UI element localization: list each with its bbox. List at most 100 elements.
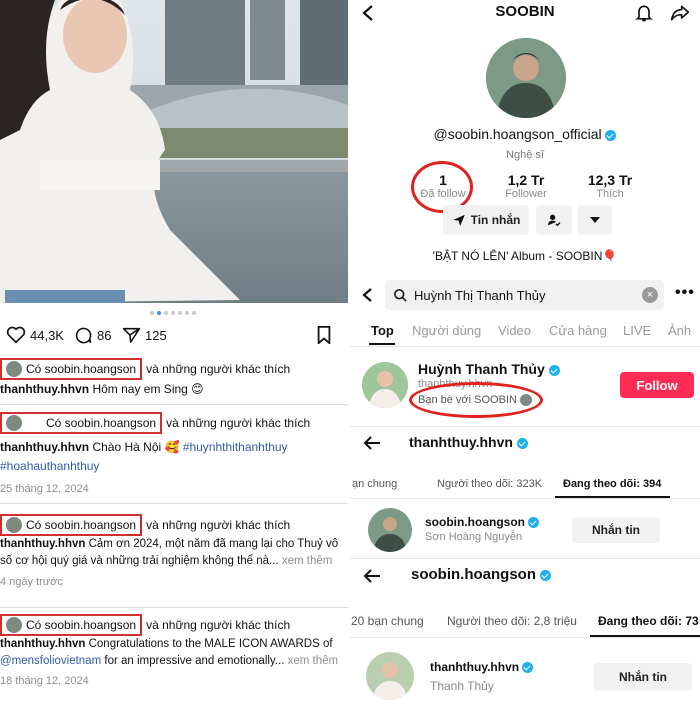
tab-mutual[interactable]: 20 bạn chung bbox=[351, 614, 424, 628]
followers-stat[interactable]: 1,2 Tr Follower bbox=[496, 172, 556, 200]
friend-status-button[interactable] bbox=[536, 205, 572, 235]
post-photo[interactable] bbox=[0, 0, 348, 303]
send-icon bbox=[452, 214, 465, 226]
hashtag[interactable]: #hoahauthanhthuy bbox=[0, 459, 99, 473]
message-button[interactable]: Nhắn tin bbox=[594, 663, 692, 691]
verified-icon bbox=[522, 662, 534, 674]
tab-users[interactable]: Người dùng bbox=[412, 323, 481, 338]
post-date: 4 ngày trước bbox=[0, 576, 63, 588]
comment-count: 86 bbox=[97, 328, 112, 343]
liker[interactable]: Có soobin.hoangson bbox=[26, 360, 136, 379]
more-options-button[interactable] bbox=[578, 205, 612, 235]
like-count: 44,3K bbox=[30, 327, 64, 343]
verified-icon bbox=[540, 569, 552, 581]
tab-video[interactable]: Video bbox=[498, 323, 531, 338]
user-check-icon bbox=[548, 214, 561, 227]
search-input[interactable]: Huỳnh Thị Thanh Thủy × bbox=[385, 280, 664, 310]
message-label: Tin nhắn bbox=[470, 213, 521, 227]
follow-button[interactable]: Follow bbox=[620, 372, 694, 398]
verified-icon bbox=[548, 364, 560, 376]
tab-following[interactable]: Đang theo dõi: 394 bbox=[563, 478, 661, 490]
liked-by-highlight: Có soobin.hoangson bbox=[0, 614, 143, 636]
avatar bbox=[6, 415, 22, 431]
clear-icon[interactable]: × bbox=[642, 287, 658, 303]
liked-by-highlight: Có soobin.hoangson bbox=[0, 412, 163, 434]
list-header: thanhthuy.hhvn bbox=[409, 434, 513, 450]
profile-role: Nghệ sĩ bbox=[506, 149, 544, 161]
divider bbox=[350, 637, 700, 638]
divider bbox=[350, 346, 700, 347]
search-icon bbox=[394, 288, 407, 302]
like-suffix: và những người khác thích bbox=[166, 415, 311, 430]
tab-top[interactable]: Top bbox=[371, 323, 394, 338]
verified-icon bbox=[528, 517, 540, 529]
author[interactable]: thanhthuy.hhvn bbox=[0, 440, 89, 454]
send-icon bbox=[122, 327, 141, 343]
author[interactable]: thanhthuy.hhvn bbox=[0, 382, 89, 396]
tab-mutual[interactable]: ạn chung bbox=[352, 478, 397, 490]
comment-icon bbox=[75, 327, 92, 344]
caption: Hôm nay em Sing 😊 bbox=[92, 382, 204, 396]
user-name-line[interactable]: thanhthuy.hhvn bbox=[430, 660, 534, 674]
likes-stat: 12,3 Tr Thích bbox=[580, 172, 640, 200]
avatar-image bbox=[366, 652, 414, 700]
see-more-link[interactable]: xem thêm bbox=[282, 555, 333, 567]
liker[interactable]: Có soobin.hoangson bbox=[26, 516, 136, 535]
profile-avatar[interactable] bbox=[486, 38, 566, 118]
followers-count: 1,2 Tr bbox=[507, 172, 545, 188]
avatar bbox=[6, 617, 22, 633]
like-action[interactable]: 44,3K bbox=[6, 326, 64, 344]
author[interactable]: thanhthuy.hhvn bbox=[0, 538, 85, 550]
user-name: soobin.hoangson bbox=[425, 515, 525, 529]
divider bbox=[0, 404, 348, 405]
caption-continued: for an impressive and emotionally... bbox=[104, 655, 285, 667]
tab-photos[interactable]: Ảnh bbox=[668, 323, 691, 338]
more-icon[interactable]: ••• bbox=[675, 284, 695, 302]
verified-icon bbox=[516, 437, 528, 449]
bell-icon[interactable] bbox=[634, 3, 654, 28]
verified-icon bbox=[605, 129, 617, 141]
mention[interactable]: @mensfoliovietnam bbox=[0, 655, 101, 667]
divider bbox=[350, 558, 700, 559]
hashtag[interactable]: #huynhthithanhthuy bbox=[183, 440, 288, 454]
liked-by-highlight: Có soobin.hoangson bbox=[0, 358, 143, 380]
user-avatar[interactable] bbox=[366, 652, 414, 700]
divider bbox=[0, 607, 348, 608]
search-back-icon[interactable] bbox=[361, 287, 373, 308]
post-actions: 44,3K 86 125 bbox=[0, 326, 348, 354]
post-2: Có soobin.hoangson và những người khác th… bbox=[0, 412, 348, 499]
like-suffix: và những người khác thích bbox=[146, 617, 291, 632]
avatar-image bbox=[362, 362, 408, 408]
user-subtitle: Sơn Hoàng Nguyễn bbox=[425, 531, 523, 543]
liker[interactable]: Có soobin.hoangson bbox=[26, 616, 136, 635]
author[interactable]: thanhthuy.hhvn bbox=[0, 638, 85, 650]
list-back-icon[interactable] bbox=[363, 436, 381, 455]
result-name-line[interactable]: Huỳnh Thanh Thủy bbox=[418, 361, 560, 377]
result-avatar[interactable] bbox=[362, 362, 408, 408]
panel-separator bbox=[348, 0, 350, 704]
user-avatar[interactable] bbox=[368, 508, 412, 552]
followers-label: Follower bbox=[505, 188, 547, 200]
liker[interactable]: Có soobin.hoangson bbox=[46, 414, 156, 433]
heart-icon bbox=[6, 326, 26, 344]
save-action[interactable] bbox=[316, 326, 332, 344]
tab-followers[interactable]: Người theo dõi: 323K bbox=[437, 478, 542, 490]
share-action[interactable]: 125 bbox=[122, 326, 167, 344]
comment-action[interactable]: 86 bbox=[74, 326, 111, 345]
see-more-link[interactable]: xem thêm bbox=[288, 655, 339, 667]
share-icon[interactable] bbox=[670, 3, 690, 28]
user-subtitle: Thanh Thủy bbox=[430, 679, 494, 693]
tab-shop[interactable]: Cửa hàng bbox=[549, 323, 607, 338]
user-name-line[interactable]: soobin.hoangson bbox=[425, 515, 540, 529]
like-suffix: và những người khác thích bbox=[146, 361, 291, 376]
tab-following[interactable]: Đang theo dõi: 73 bbox=[598, 614, 699, 628]
tab-followers[interactable]: Người theo dõi: 2,8 triệu bbox=[447, 614, 577, 628]
tab-live[interactable]: LIVE bbox=[623, 323, 651, 338]
message-button[interactable]: Tin nhắn bbox=[443, 205, 529, 235]
list-back-icon[interactable] bbox=[363, 569, 381, 588]
message-button[interactable]: Nhắn tin bbox=[572, 517, 660, 543]
highlight-circle bbox=[409, 382, 543, 418]
post-date: 25 tháng 12, 2024 bbox=[0, 483, 89, 495]
like-suffix: và những người khác thích bbox=[146, 517, 291, 532]
caption: Congratulations to the MALE ICON AWARDS … bbox=[88, 638, 333, 650]
